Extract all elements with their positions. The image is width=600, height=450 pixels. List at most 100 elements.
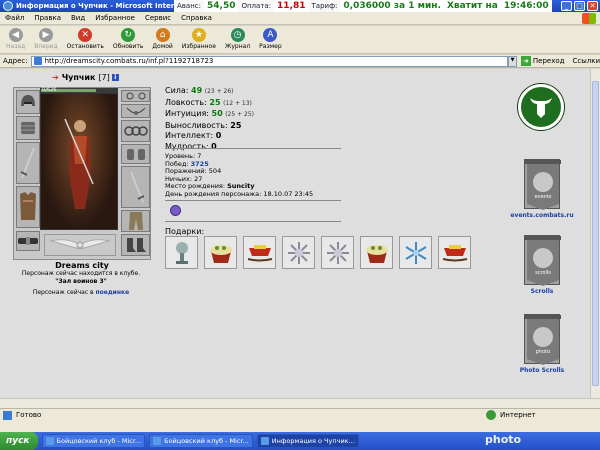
gift-item[interactable] xyxy=(438,236,471,269)
window-title: Информация о Чупчик - Microsoft Internet… xyxy=(16,2,174,10)
close-icon[interactable]: ✕ xyxy=(587,1,598,11)
divider xyxy=(165,221,341,222)
address-label: Адрес: xyxy=(3,57,28,65)
tariff-label: Тариф: xyxy=(308,0,341,12)
zone-text: Интернет xyxy=(500,411,536,419)
links-button[interactable]: Ссылки xyxy=(572,57,600,65)
title-bar[interactable]: Информация о Чупчик - Microsoft Internet… xyxy=(0,0,600,12)
stat-row: Сила: 49 (23 + 26) xyxy=(165,86,254,98)
forward-arrow-icon: ▶ xyxy=(38,28,53,42)
menu-tools[interactable]: Сервис xyxy=(140,14,176,22)
menu-view[interactable]: Вид xyxy=(66,14,90,22)
scroll-thumb[interactable] xyxy=(592,81,599,386)
task-list: Бойцовский клуб - Micr... Бойцовский клуб… xyxy=(38,434,359,448)
gift-item[interactable] xyxy=(360,236,393,269)
info-value: 504 xyxy=(208,167,222,176)
horizontal-scrollbar[interactable] xyxy=(0,398,600,408)
character-level: [7] xyxy=(98,73,110,82)
toolbar-label: Назад xyxy=(6,43,26,50)
gift-item[interactable] xyxy=(165,236,198,269)
start-label: пуск xyxy=(6,436,30,446)
go-arrow-icon: ➜ xyxy=(520,56,531,66)
taskbar-window-button[interactable]: Информация о Чупчик... xyxy=(256,434,359,448)
rings-slot[interactable] xyxy=(121,120,150,142)
maximize-icon[interactable]: □ xyxy=(574,1,585,11)
amulet-slot[interactable] xyxy=(121,104,150,118)
gift-item[interactable] xyxy=(243,236,276,269)
watermark: photo xyxy=(485,433,522,446)
menu-help[interactable]: Справка xyxy=(176,14,217,22)
address-input[interactable]: http://dreamscity.combats.ru/inf.pl?1192… xyxy=(30,55,509,67)
fight-link[interactable]: поединке xyxy=(95,289,129,296)
stat-label: Сила: xyxy=(165,86,189,95)
go-button[interactable]: ➜ Переход xyxy=(520,56,564,66)
toolbar-back-arrow-button[interactable]: ◀ Назад xyxy=(6,26,25,50)
info-label: День рождения персонажа: xyxy=(165,189,262,198)
banner-link[interactable]: events.combats.ru xyxy=(502,212,582,219)
banner-scrolls[interactable]: scrolls xyxy=(524,235,561,286)
gift-item[interactable] xyxy=(204,236,237,269)
task-label: Информация о Чупчик... xyxy=(271,437,355,445)
ie-icon xyxy=(260,437,269,445)
toolbar-stop-button[interactable]: ✕ Остановить xyxy=(67,26,104,50)
stat-bonus: (12 + 13) xyxy=(223,99,252,107)
minimize-icon[interactable]: _ xyxy=(561,1,572,11)
banner-photo[interactable]: photo xyxy=(524,314,561,365)
banner-title: scrolls xyxy=(535,270,551,276)
earring-icon xyxy=(126,92,145,100)
gift-item[interactable] xyxy=(282,236,315,269)
pants-icon xyxy=(128,212,143,230)
toolbar-home-button[interactable]: ⌂ Домой xyxy=(152,26,173,50)
gift-item[interactable] xyxy=(399,236,432,269)
info-icon[interactable]: i xyxy=(111,74,119,81)
toolbar-label: Обновить xyxy=(112,43,144,50)
address-dropdown-icon[interactable]: ▼ xyxy=(508,55,517,67)
banner-title: photo xyxy=(535,349,551,355)
menu-file[interactable]: Файл xyxy=(0,14,29,22)
toolbar-refresh-button[interactable]: ↻ Обновить xyxy=(113,26,143,50)
combats-logo-icon[interactable] xyxy=(518,84,564,130)
gloves-icon xyxy=(126,149,145,160)
amulet-icon xyxy=(126,107,145,115)
boots-slot[interactable] xyxy=(121,234,150,256)
helmet-slot[interactable] xyxy=(16,90,40,114)
sword-icon xyxy=(129,171,144,203)
pants-slot[interactable] xyxy=(121,210,150,232)
stat-row: Ловкость: 25 (12 + 13) xyxy=(165,98,254,110)
earring-slot[interactable] xyxy=(121,90,150,102)
banner-scrolls-icon xyxy=(525,236,561,286)
page-content: ➔ Чупчик [7] i 0/626 Dreams city Персона… xyxy=(0,69,590,398)
info-row: День рождения персонажа: 18.10.07 23:45 xyxy=(165,189,313,199)
belt-slot[interactable] xyxy=(16,231,40,251)
menu-edit[interactable]: Правка xyxy=(29,14,66,22)
toolbar-forward-arrow-button[interactable]: ▶ Вперед xyxy=(34,26,58,50)
banner-link[interactable]: Photo Scrolls xyxy=(502,367,582,374)
banner-link[interactable]: Scrolls xyxy=(502,288,582,295)
menu-favorites[interactable]: Избранное xyxy=(90,14,140,22)
gloves-slot[interactable] xyxy=(121,144,150,164)
character-header: ➔ Чупчик [7] i xyxy=(52,73,119,82)
bracers-slot[interactable] xyxy=(16,116,40,140)
character-portrait xyxy=(40,93,118,230)
banner-events[interactable]: events xyxy=(524,159,561,210)
toolbar-star-button[interactable]: ★ Избранное xyxy=(182,26,216,50)
toolbar-history-button[interactable]: ◷ Журнал xyxy=(225,26,250,50)
private-arrow-icon[interactable]: ➔ xyxy=(52,73,59,82)
internet-zone-icon xyxy=(486,410,496,420)
ie-icon xyxy=(3,1,13,11)
taskbar-window-button[interactable]: Бойцовский клуб - Micr... xyxy=(41,434,146,448)
windows-logo-icon xyxy=(582,13,596,24)
taskbar-window-button[interactable]: Бойцовский клуб - Micr... xyxy=(149,434,253,448)
weapon-left-slot[interactable] xyxy=(16,142,40,184)
clan-badge-icon[interactable] xyxy=(170,205,181,216)
tariff-value: 0,036000 за 1 мин. xyxy=(340,0,444,12)
toolbar-label: Журнал xyxy=(224,43,251,50)
gift-item[interactable] xyxy=(321,236,354,269)
toolbar-text-size-button[interactable]: A Размер xyxy=(259,26,282,50)
wings-emblem xyxy=(44,234,116,256)
weapon-right-slot[interactable] xyxy=(121,166,150,208)
vertical-scrollbar[interactable] xyxy=(590,69,600,398)
armor-slot[interactable] xyxy=(16,186,40,228)
skull-cup-icon xyxy=(175,241,188,264)
start-button[interactable]: пуск xyxy=(0,432,38,450)
